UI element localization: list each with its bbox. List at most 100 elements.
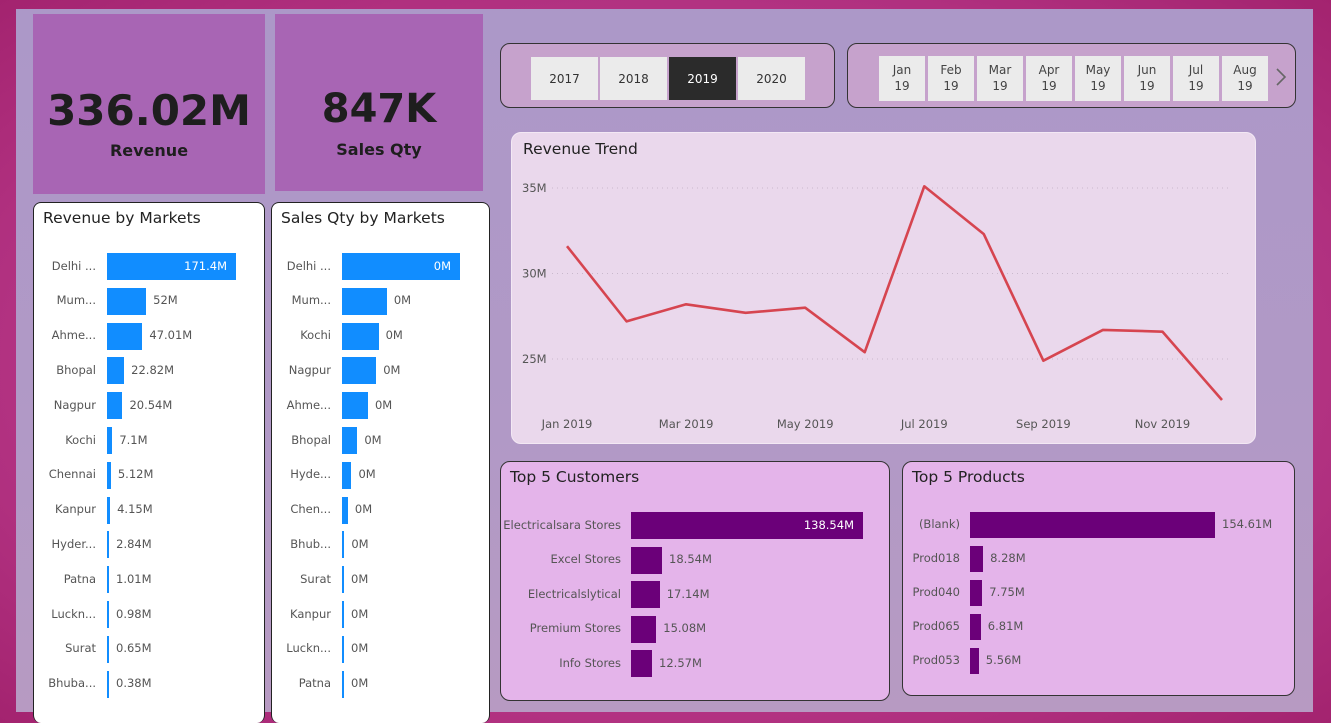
- x-tick-label: Mar 2019: [659, 417, 714, 431]
- month-button-apr[interactable]: Apr 19: [1026, 56, 1072, 101]
- bar-value-label: 17.14M: [666, 586, 710, 601]
- year-button-2017[interactable]: 2017: [531, 57, 598, 100]
- bar[interactable]: [970, 512, 1215, 538]
- bar[interactable]: [107, 392, 123, 420]
- bar-value-label: 8.28M: [990, 551, 1026, 565]
- bar-value-label: 0.65M: [116, 641, 152, 656]
- bar-value-label: 0.98M: [116, 606, 152, 621]
- bar-category-label: Delhi ...: [286, 258, 331, 273]
- month-year: 19: [1139, 79, 1155, 93]
- month-button-jul[interactable]: Jul 19: [1173, 56, 1219, 101]
- kpi-revenue-label: Revenue: [109, 141, 189, 160]
- month-button-may[interactable]: May 19: [1075, 56, 1121, 101]
- bar-value-label: 0M: [351, 536, 369, 551]
- x-tick-label: May 2019: [777, 417, 834, 431]
- bar[interactable]: [342, 357, 377, 385]
- top-5-products-card: Top 5 Products (Blank) 154.61M Prod018 8.28…: [902, 461, 1295, 696]
- bar-category-label: Patna: [63, 571, 96, 586]
- bar[interactable]: [342, 601, 344, 628]
- bar-value-label: 0M: [364, 432, 382, 447]
- bar[interactable]: [107, 531, 110, 559]
- month-year: 19: [943, 79, 959, 93]
- month-slicer: Jan 19 Feb 19 Mar 19 Apr 19 May 19 Jun 19 Jul 1…: [847, 43, 1296, 108]
- bar[interactable]: [107, 670, 109, 698]
- month-button-jun[interactable]: Jun 19: [1124, 56, 1170, 101]
- x-tick-label: Jan 2019: [541, 417, 593, 431]
- kpi-sales-qty-label: Sales Qty: [336, 140, 422, 159]
- bar[interactable]: [107, 427, 113, 454]
- bar[interactable]: [631, 650, 653, 678]
- bar[interactable]: [107, 287, 147, 315]
- bar[interactable]: [107, 322, 143, 350]
- bar-category-label: Delhi ...: [51, 258, 96, 273]
- year-slicer: 2017 2018 2019 2020: [500, 43, 835, 108]
- month-name: Feb: [940, 63, 962, 77]
- bar[interactable]: [970, 546, 984, 572]
- bar-category-label: Chen...: [290, 502, 331, 517]
- year-button-2018[interactable]: 2018: [600, 57, 667, 100]
- year-button-2019[interactable]: 2019: [669, 57, 736, 100]
- month-name: May: [1085, 63, 1111, 77]
- bar[interactable]: [342, 496, 348, 524]
- bar-category-label: Luckn...: [286, 641, 331, 656]
- month-name: Aug: [1233, 63, 1257, 77]
- bar-value-label: 0M: [351, 571, 369, 586]
- bar[interactable]: [342, 392, 368, 420]
- bar[interactable]: [342, 427, 358, 454]
- bar-category-label: Premium Stores: [529, 621, 621, 636]
- bar-category-label: Bhub...: [290, 536, 331, 551]
- bar-value-label: 0M: [433, 258, 451, 273]
- bar-category-label: Prod040: [912, 585, 961, 599]
- month-button-mar[interactable]: Mar 19: [977, 56, 1023, 101]
- bar[interactable]: [107, 601, 109, 628]
- bar[interactable]: [631, 581, 660, 609]
- bar-value-label: 0M: [351, 641, 369, 656]
- bar[interactable]: [342, 287, 387, 315]
- bar[interactable]: [342, 322, 379, 350]
- bar-category-label: Excel Stores: [550, 552, 621, 567]
- bar-value-label: 5.56M: [985, 653, 1022, 667]
- bar-category-label: Kochi: [65, 432, 96, 447]
- bar-value-label: 18.54M: [669, 552, 712, 567]
- revenue-by-markets-title: Revenue by Markets: [43, 209, 201, 227]
- bar-category-label: Ahme...: [51, 328, 96, 343]
- month-name: Jun: [1137, 63, 1157, 77]
- month-button-aug[interactable]: Aug 19: [1222, 56, 1268, 101]
- bar[interactable]: [970, 614, 981, 640]
- month-name: Mar: [988, 63, 1012, 77]
- bar[interactable]: [342, 670, 344, 698]
- bar[interactable]: [342, 461, 352, 489]
- bar-category-label: Hyder...: [51, 536, 96, 551]
- x-tick-label: Nov 2019: [1135, 417, 1190, 431]
- month-year: 19: [992, 79, 1008, 93]
- bar-value-label: 5.12M: [117, 467, 154, 482]
- bar[interactable]: [342, 566, 344, 594]
- month-button-feb[interactable]: Feb 19: [928, 56, 974, 101]
- bar[interactable]: [970, 580, 983, 606]
- top-5-products-title: Top 5 Products: [912, 468, 1025, 486]
- bar[interactable]: [970, 648, 979, 674]
- bar-value-label: 20.54M: [129, 397, 173, 412]
- month-year: 19: [1041, 79, 1057, 93]
- bar[interactable]: [631, 546, 663, 574]
- bar-category-label: Chennai: [48, 467, 96, 482]
- bar[interactable]: [107, 357, 125, 385]
- year-button-2020[interactable]: 2020: [738, 57, 805, 100]
- bar-category-label: Prod065: [912, 619, 961, 633]
- bar[interactable]: [107, 461, 111, 489]
- bar-value-label: 2.84M: [116, 536, 152, 551]
- bar[interactable]: [107, 566, 109, 594]
- month-button-jan[interactable]: Jan 19: [879, 56, 925, 101]
- bar[interactable]: [342, 635, 344, 663]
- bar[interactable]: [107, 496, 111, 524]
- month-name: Jan: [892, 63, 912, 77]
- bar[interactable]: [631, 615, 657, 643]
- bar[interactable]: [107, 635, 109, 663]
- bar[interactable]: [342, 531, 345, 559]
- bar-value-label: 0M: [358, 467, 376, 482]
- bar-category-label: Mum...: [291, 293, 331, 308]
- bar-value-label: 47.01M: [149, 328, 193, 343]
- x-tick-label: Sep 2019: [1016, 417, 1071, 431]
- revenue-trend-line[interactable]: [565, 184, 1223, 401]
- chevron-right-icon[interactable]: [1272, 64, 1290, 90]
